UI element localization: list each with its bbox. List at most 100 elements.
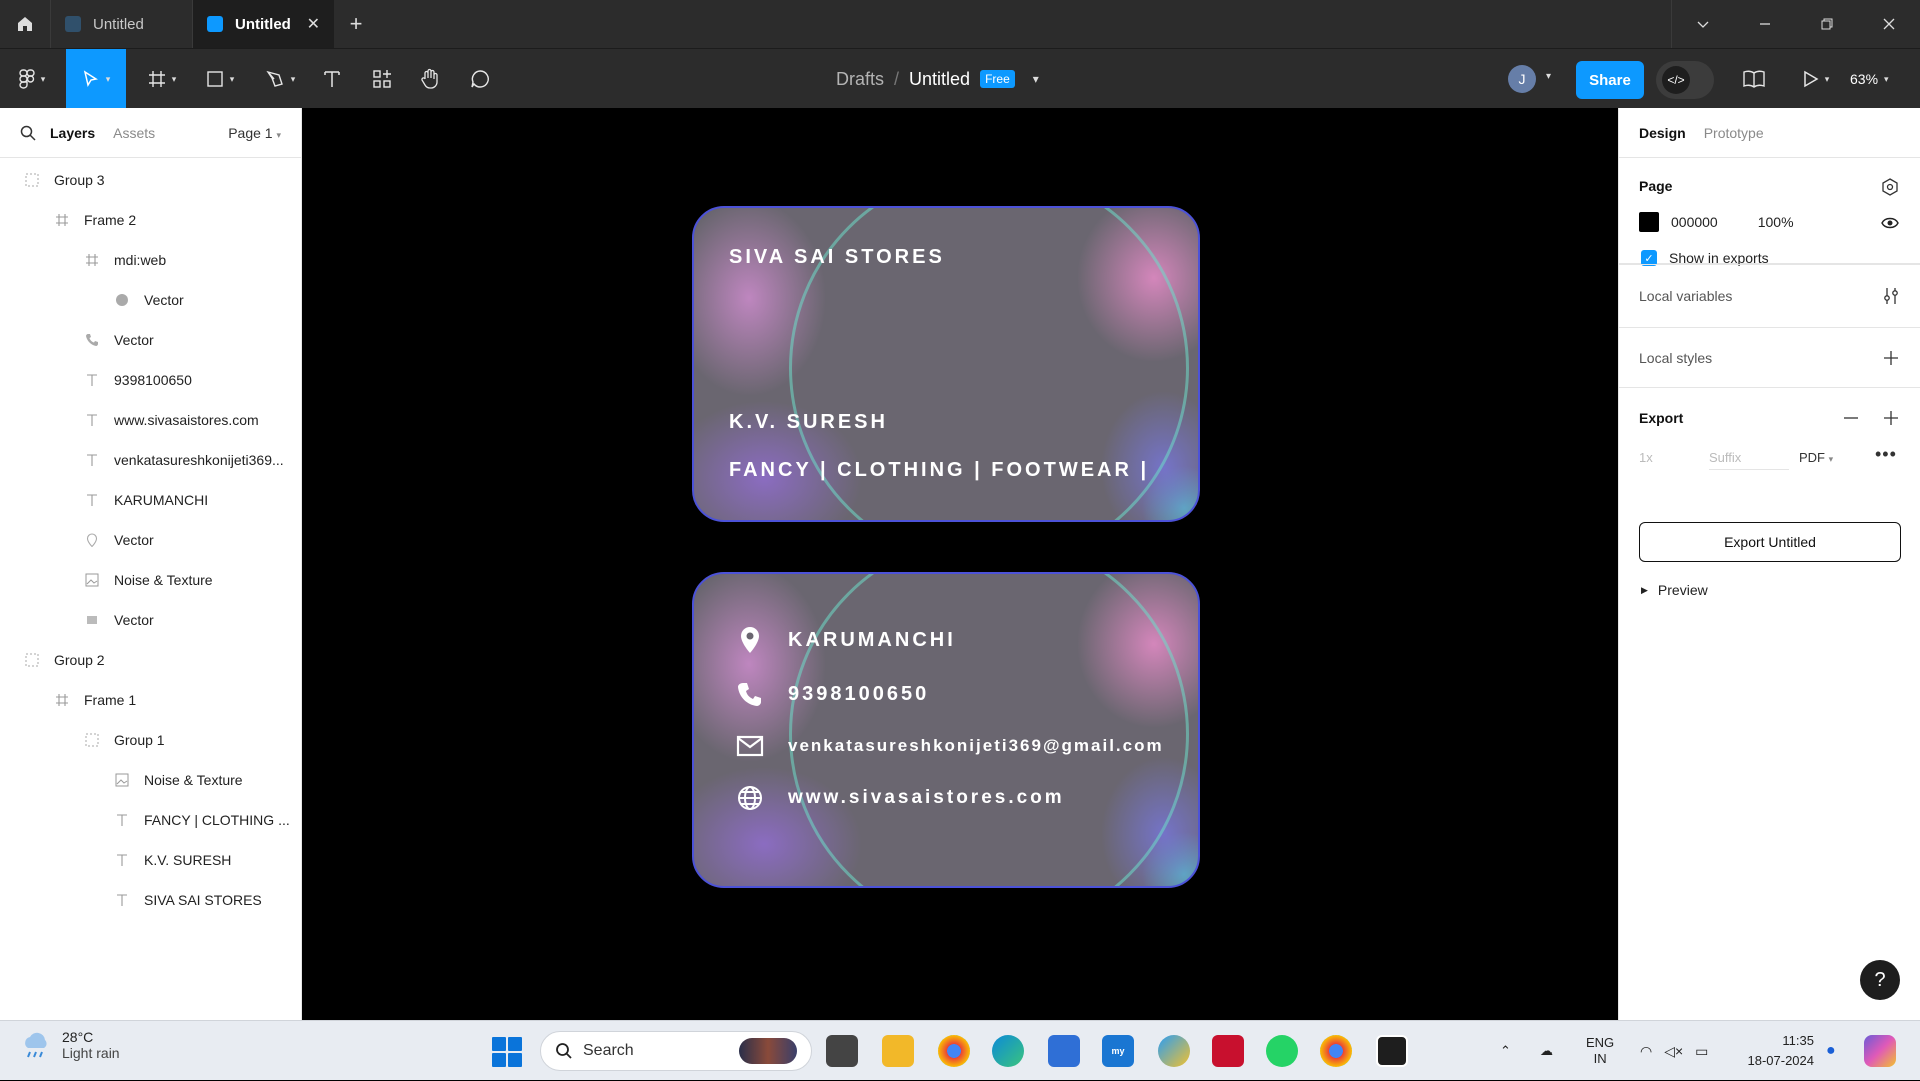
file-explorer-icon[interactable] <box>882 1035 914 1067</box>
search-icon[interactable] <box>20 125 36 141</box>
layer-row[interactable]: Group 2 <box>0 640 301 680</box>
file-name[interactable]: Untitled <box>909 69 970 90</box>
share-button[interactable]: Share <box>1576 61 1644 99</box>
layer-row[interactable]: Vector <box>0 320 301 360</box>
python-icon[interactable] <box>1158 1035 1190 1067</box>
copilot-icon[interactable] <box>1864 1035 1896 1067</box>
layer-row[interactable]: Noise & Texture <box>0 760 301 800</box>
library-button[interactable] <box>1738 49 1770 109</box>
export-format-select[interactable]: PDF ▾ <box>1799 450 1833 465</box>
store-icon[interactable] <box>1048 1035 1080 1067</box>
minimize-button[interactable] <box>1734 0 1796 48</box>
present-button[interactable]: ▾ <box>1794 49 1838 109</box>
comment-tool[interactable] <box>464 49 496 109</box>
new-tab-button[interactable]: + <box>334 0 378 48</box>
tab-untitled-1[interactable]: Untitled <box>50 0 192 48</box>
close-tab-icon[interactable]: ✕ <box>307 14 320 34</box>
layer-row[interactable]: Vector <box>0 520 301 560</box>
mcafee-icon[interactable] <box>1212 1035 1244 1067</box>
layer-name: Noise & Texture <box>114 572 213 588</box>
layer-row[interactable]: 9398100650 <box>0 360 301 400</box>
layer-row[interactable]: Vector <box>0 600 301 640</box>
layer-row[interactable]: venkatasureshkonijeti369... <box>0 440 301 480</box>
layer-row[interactable]: Vector <box>0 280 301 320</box>
onedrive-icon[interactable]: ☁ <box>1540 1021 1553 1081</box>
more-options-icon[interactable]: ••• <box>1875 444 1897 465</box>
export-suffix-field[interactable]: Suffix <box>1709 450 1789 470</box>
tab-assets[interactable]: Assets <box>113 125 155 141</box>
chevron-down-icon[interactable]: ▾ <box>1033 72 1039 86</box>
language-indicator[interactable]: ENG IN <box>1586 1021 1614 1081</box>
plus-icon[interactable] <box>1883 410 1899 426</box>
layer-row[interactable]: Group 1 <box>0 720 301 760</box>
pen-tool[interactable]: ▾ <box>258 49 302 109</box>
close-window-button[interactable] <box>1858 0 1920 48</box>
home-button[interactable] <box>0 0 50 48</box>
edge-icon[interactable] <box>992 1035 1024 1067</box>
local-styles-section[interactable]: Local styles <box>1619 328 1920 388</box>
move-tool[interactable]: ▾ <box>66 49 126 109</box>
minus-icon[interactable] <box>1843 410 1859 426</box>
chevron-down-icon[interactable] <box>1672 0 1734 48</box>
fill-hex[interactable]: 000000 <box>1671 214 1718 230</box>
layer-row[interactable]: Frame 2 <box>0 200 301 240</box>
page-selector[interactable]: Page 1 ▾ <box>228 125 281 141</box>
layer-row[interactable]: FANCY | CLOTHING ... <box>0 800 301 840</box>
fill-opacity[interactable]: 100% <box>1758 214 1794 230</box>
export-button[interactable]: Export Untitled <box>1639 522 1901 562</box>
export-scale[interactable]: 1x <box>1639 450 1653 465</box>
weather-widget[interactable]: 28°C Light rain <box>20 1029 120 1061</box>
layer-row[interactable]: Noise & Texture <box>0 560 301 600</box>
page-fill-row[interactable]: 000000 100% <box>1639 212 1794 232</box>
notification-bell-icon[interactable]: ● <box>1826 1021 1836 1081</box>
zoom-menu[interactable]: 63% ▾ <box>1850 49 1889 109</box>
shape-tool[interactable]: ▾ <box>198 49 242 109</box>
main-menu-button[interactable]: ▾ <box>10 49 54 109</box>
color-swatch[interactable] <box>1639 212 1659 232</box>
layer-row[interactable]: mdi:web <box>0 240 301 280</box>
start-button[interactable] <box>492 1037 522 1067</box>
resources-tool[interactable] <box>366 49 398 109</box>
plus-icon[interactable] <box>1883 350 1899 366</box>
layer-row[interactable]: SIVA SAI STORES <box>0 880 301 920</box>
business-card-front[interactable]: SIVA SAI STORES K.V. SURESH FANCY | CLOT… <box>692 206 1200 522</box>
app-icon[interactable]: my <box>1102 1035 1134 1067</box>
eye-icon[interactable] <box>1881 216 1899 230</box>
book-icon <box>1743 70 1765 88</box>
hand-tool[interactable] <box>414 49 446 109</box>
dev-mode-toggle[interactable]: </> <box>1656 61 1714 99</box>
tab-layers[interactable]: Layers <box>50 125 95 141</box>
canvas[interactable]: SIVA SAI STORES K.V. SURESH FANCY | CLOT… <box>302 108 1618 1020</box>
layer-row[interactable]: KARUMANCHI <box>0 480 301 520</box>
system-tray[interactable]: ◠ ◁× ▭ <box>1640 1021 1708 1081</box>
layer-row[interactable]: Frame 1 <box>0 680 301 720</box>
avatar[interactable]: J <box>1508 65 1536 93</box>
figma-app-icon[interactable] <box>1376 1035 1408 1067</box>
layer-row[interactable]: K.V. SURESH <box>0 840 301 880</box>
chevron-down-icon[interactable]: ▾ <box>1546 71 1551 82</box>
layer-row[interactable]: Group 3 <box>0 160 301 200</box>
business-card-back[interactable]: KARUMANCHI 9398100650 venkatasureshkonij… <box>692 572 1200 888</box>
frame-tool[interactable]: ▾ <box>140 49 184 109</box>
local-variables-section[interactable]: Local variables <box>1619 264 1920 328</box>
restore-button[interactable] <box>1796 0 1858 48</box>
chevron-up-icon[interactable]: ⌃ <box>1500 1021 1511 1081</box>
chrome-profile-icon[interactable] <box>1320 1035 1352 1067</box>
layer-name: SIVA SAI STORES <box>144 892 262 908</box>
variables-icon[interactable] <box>1883 287 1899 305</box>
breadcrumb-drafts[interactable]: Drafts <box>836 69 884 90</box>
task-view-icon[interactable] <box>826 1035 858 1067</box>
settings-icon[interactable] <box>1881 178 1899 196</box>
clock[interactable]: 11:35 18-07-2024 <box>1744 1031 1815 1071</box>
volume-muted-icon: ◁× <box>1664 1042 1684 1059</box>
taskbar-search[interactable]: Search <box>540 1031 812 1071</box>
chrome-icon[interactable] <box>938 1035 970 1067</box>
preview-toggle[interactable]: ▶ Preview <box>1641 582 1708 598</box>
tab-untitled-2[interactable]: Untitled ✕ <box>192 0 334 48</box>
text-tool[interactable] <box>316 49 348 109</box>
layer-row[interactable]: www.sivasaistores.com <box>0 400 301 440</box>
tab-design[interactable]: Design <box>1639 125 1686 141</box>
tab-prototype[interactable]: Prototype <box>1704 125 1764 141</box>
help-button[interactable]: ? <box>1860 960 1900 1000</box>
whatsapp-icon[interactable] <box>1266 1035 1298 1067</box>
